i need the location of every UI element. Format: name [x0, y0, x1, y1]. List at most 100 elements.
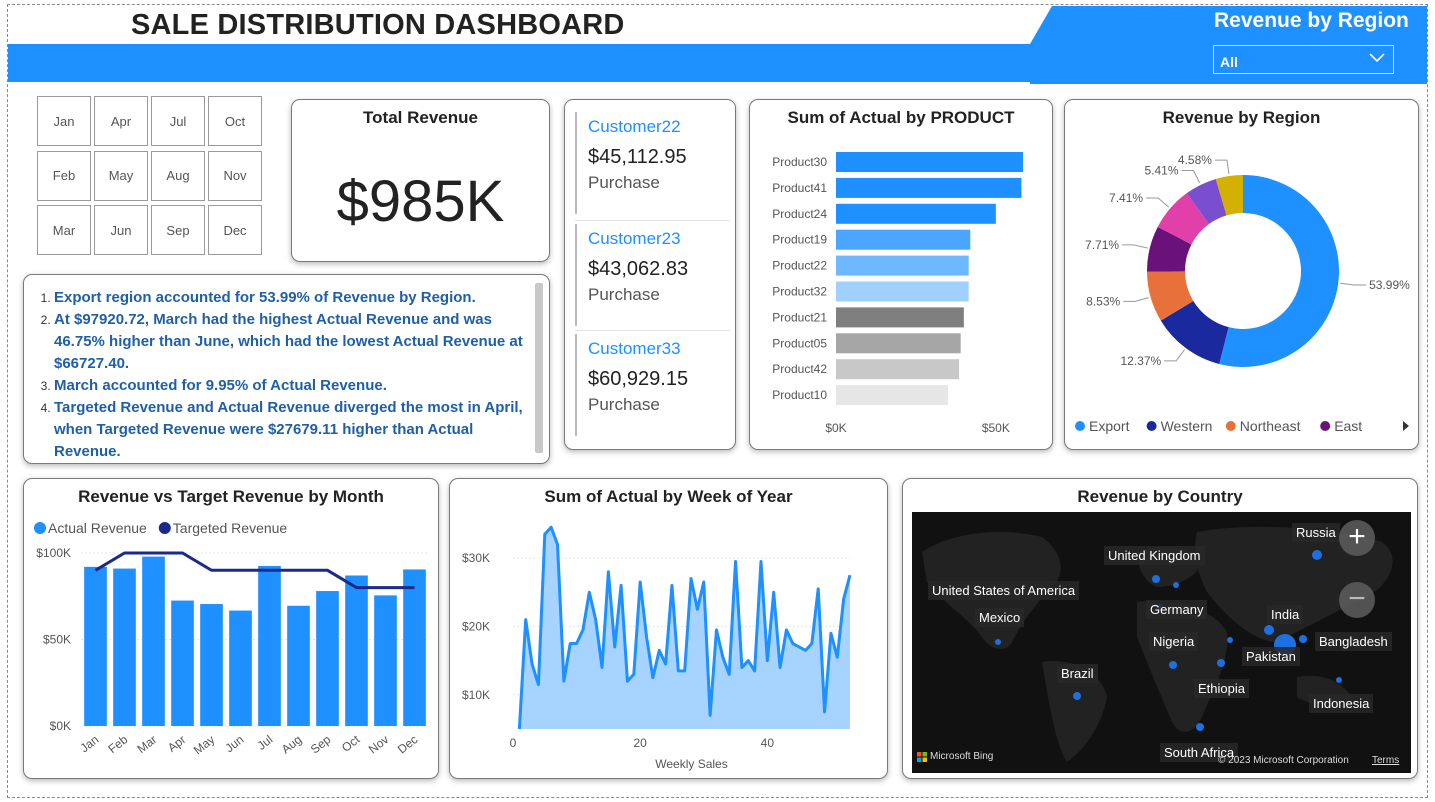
x-tick-label: Oct [339, 732, 363, 755]
customer-card[interactable]: Customer33 $60,929.15 Purchase [575, 334, 725, 436]
legend-label: Northeast [1240, 418, 1301, 434]
narrative-item: Export region accounted for 53.99% of Re… [54, 287, 528, 309]
month-button-jun[interactable]: Jun [94, 205, 148, 255]
month-button-jan[interactable]: Jan [37, 96, 91, 146]
donut-leader-line [1146, 197, 1170, 208]
actual-revenue-bar [171, 600, 194, 726]
product-bar [836, 385, 948, 406]
bing-label: Microsoft Bing [930, 751, 994, 762]
map-label-country: Russia [1292, 523, 1340, 542]
country-map-card: Revenue by Country Russia United Kingdom… [902, 478, 1418, 779]
x-tick-label: Dec [395, 732, 420, 756]
legend-label: Export [1089, 418, 1130, 434]
donut-leader-line [1214, 159, 1230, 175]
x-axis-title: Weekly Sales [655, 757, 727, 771]
product-bar-chart: Product30 Product41 Product24 Product19 Prod… [772, 152, 1023, 435]
map-label-country: Germany [1146, 600, 1208, 619]
y-tick-label: $100K [36, 546, 71, 560]
narrative-item: At $97920.72, March had the highest Actu… [54, 309, 528, 375]
map-label-country: Bangladesh [1315, 632, 1392, 651]
month-button-oct[interactable]: Oct [208, 96, 262, 146]
x-tick-label: Jun [222, 732, 246, 755]
x-tick-label: 0 [510, 736, 517, 750]
month-button-jul[interactable]: Jul [151, 96, 205, 146]
legend-label: East [1334, 418, 1362, 434]
zoom-in-button[interactable]: + [1339, 520, 1375, 556]
header-bar [8, 44, 1030, 82]
y-tick-label: $30K [462, 551, 490, 565]
donut-data-label: 5.41% [1144, 164, 1178, 178]
narrative-scrollbar[interactable] [535, 283, 543, 453]
product-bar [836, 177, 1022, 198]
actual-revenue-bar [229, 610, 252, 726]
actual-revenue-bar [142, 556, 165, 726]
smart-narrative-card: Export region accounted for 53.99% of Re… [23, 274, 550, 464]
legend-marker [1320, 421, 1331, 431]
monthly-chart-card: Revenue vs Target Revenue by Month $0K $5… [23, 478, 439, 779]
product-bar [836, 359, 960, 380]
x-tick-label: Jan [77, 732, 101, 755]
month-button-feb[interactable]: Feb [37, 150, 91, 201]
zoom-out-button[interactable]: − [1339, 582, 1375, 618]
legend-marker [1075, 421, 1085, 431]
customer-name: Customer23 [588, 229, 681, 248]
month-button-may[interactable]: May [94, 150, 148, 201]
customer-name: Customer22 [588, 117, 681, 136]
month-button-aug[interactable]: Aug [151, 150, 205, 201]
month-button-dec[interactable]: Dec [208, 205, 262, 255]
customer-label: Purchase [588, 173, 660, 192]
total-revenue-title: Total Revenue [363, 108, 478, 127]
x-tick-label: $0K [825, 421, 846, 435]
donut-data-label: 12.37% [1120, 354, 1161, 368]
x-tick-label: 40 [761, 736, 775, 750]
month-button-apr[interactable]: Apr [94, 96, 148, 146]
product-bar [836, 152, 1023, 172]
product-bar [836, 333, 961, 354]
region-slicer-title: Revenue by Region [1214, 9, 1409, 32]
region-donut-chart: 53.99% 12.37% 8.53% 7.71% 7.41%5.41%4.58% Exp… [1075, 153, 1410, 434]
actual-revenue-bar [403, 569, 426, 726]
region-slicer-dropdown[interactable]: All [1213, 45, 1394, 74]
map-label-country: United Kingdom [1104, 546, 1205, 565]
product-tick-label: Product21 [772, 310, 827, 324]
donut-data-label: 8.53% [1086, 294, 1120, 308]
product-bar [836, 203, 996, 224]
x-tick-label: $50K [982, 421, 1010, 435]
x-tick-label: Sep [308, 732, 334, 756]
map-label-country: Mexico [975, 608, 1025, 627]
map-label-country: United States of America [928, 581, 1080, 600]
country-map[interactable]: Russia United Kingdom United States of A… [912, 512, 1411, 773]
map-terms-link[interactable]: Terms [1372, 755, 1399, 766]
product-bar [836, 307, 964, 328]
y-tick-label: $10K [462, 688, 490, 702]
narrative-item: Targeted Revenue and Actual Revenue dive… [54, 397, 528, 463]
map-copyright: © 2023 Microsoft Corporation [1218, 755, 1349, 766]
actual-revenue-bar [316, 591, 339, 726]
customer-card[interactable]: Customer23 $43,062.83 Purchase [575, 224, 725, 326]
customer-label: Purchase [588, 285, 660, 304]
narrative-list: Export region accounted for 53.99% of Re… [38, 287, 528, 463]
actual-revenue-bar [84, 566, 107, 726]
map-title: Revenue by Country [1077, 487, 1243, 506]
actual-revenue-bar [374, 595, 397, 726]
month-button-nov[interactable]: Nov [208, 150, 262, 201]
donut-leader-line [1181, 170, 1201, 184]
legend-label: Western [1161, 418, 1213, 434]
month-button-sep[interactable]: Sep [151, 205, 205, 255]
map-label-country: Indonesia [1309, 694, 1374, 713]
product-tick-label: Product42 [772, 362, 827, 376]
actual-revenue-bar [258, 565, 281, 726]
customer-card[interactable]: Customer22 $45,112.95 Purchase [575, 112, 725, 214]
month-button-mar[interactable]: Mar [37, 205, 91, 255]
product-bar [836, 255, 969, 276]
product-bar [836, 281, 969, 302]
bing-attribution: Microsoft Bing [917, 751, 993, 762]
x-tick-label: Feb [105, 732, 130, 756]
product-tick-label: Product22 [772, 259, 827, 273]
legend-next-icon [1403, 421, 1409, 431]
product-tick-label: Product10 [772, 388, 827, 402]
customer-label: Purchase [588, 395, 660, 414]
y-tick-label: $0K [50, 719, 71, 733]
narrative-item: March accounted for 9.95% of Actual Reve… [54, 375, 528, 397]
customer-value: $60,929.15 [588, 368, 689, 390]
